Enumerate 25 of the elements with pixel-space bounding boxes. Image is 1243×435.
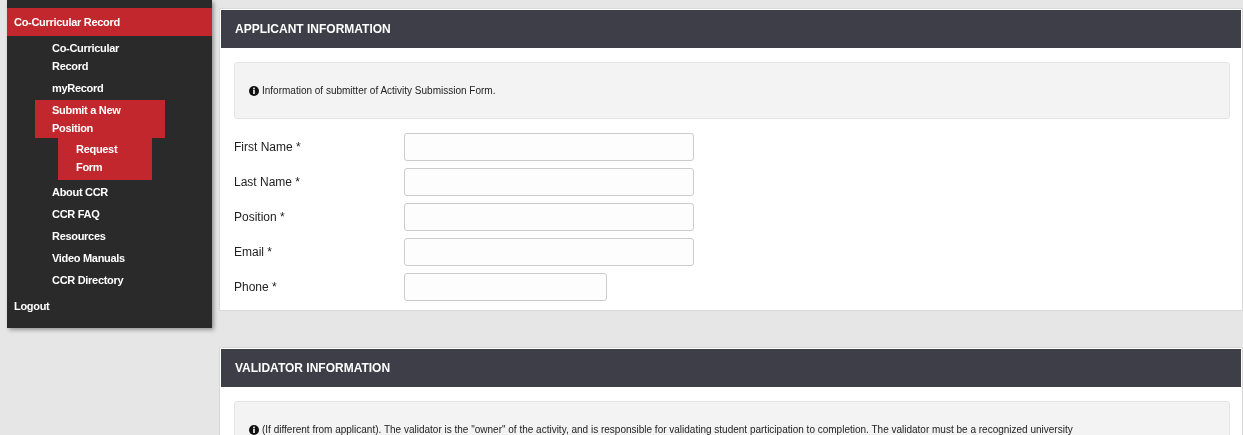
- section-header: APPLICANT INFORMATION: [221, 10, 1241, 48]
- field-label: Email *: [234, 245, 273, 259]
- info-icon: [249, 85, 259, 96]
- section-header: VALIDATOR INFORMATION: [221, 349, 1241, 387]
- sidebar-item[interactable]: myRecord: [35, 78, 165, 98]
- sidebar-item[interactable]: Logout: [7, 292, 212, 320]
- input-field[interactable]: [404, 168, 694, 196]
- field-label: Position *: [234, 210, 286, 224]
- sidebar-item[interactable]: Request Form: [58, 138, 152, 180]
- sidebar-item[interactable]: CCR Directory: [35, 270, 165, 290]
- sidebar-item[interactable]: Co-Curricular Record: [7, 8, 212, 36]
- info-text: Information of submitter of Activity Submission Form.: [262, 85, 496, 96]
- field-label: Phone *: [234, 280, 278, 294]
- sidebar-item[interactable]: CCR FAQ: [35, 204, 165, 224]
- input-field[interactable]: [404, 203, 694, 231]
- field-label: Last Name *: [234, 175, 302, 189]
- field-label: First Name *: [234, 140, 302, 154]
- input-field[interactable]: [404, 133, 694, 161]
- info-text: (If different from applicant). The validator is the "owner" of the activity, and is responsible for validating student participation to completion. The validator must be a recognized university: [262, 424, 1073, 435]
- sidebar-item[interactable]: Submit a New Position: [35, 100, 165, 138]
- input-field[interactable]: [404, 273, 607, 301]
- sidebar-item[interactable]: About CCR: [35, 182, 165, 202]
- sidebar-item[interactable]: Video Manuals: [35, 248, 165, 268]
- sidebar-item[interactable]: Resources: [35, 226, 165, 246]
- input-field[interactable]: [404, 238, 694, 266]
